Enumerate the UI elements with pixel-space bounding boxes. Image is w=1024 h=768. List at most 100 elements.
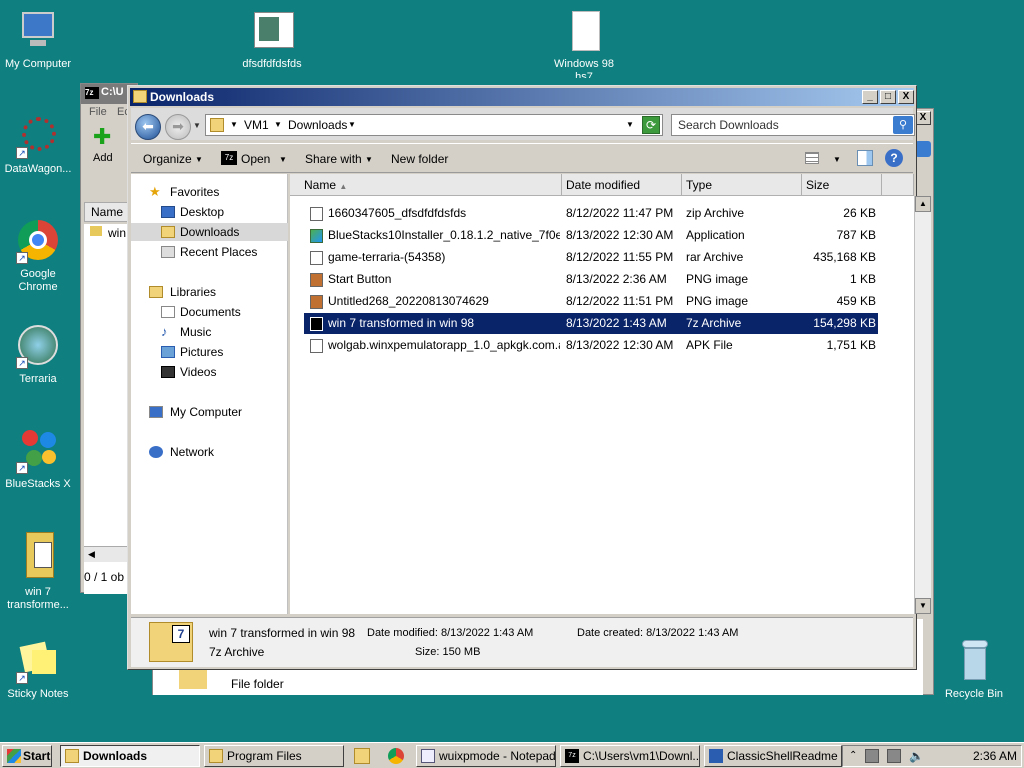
task-7zip[interactable]: 7z C:\Users\vm1\Downl... — [560, 745, 700, 767]
task-label: ClassicShellReadme -... — [727, 749, 841, 763]
explorer-window[interactable]: Downloads _ □ X ⬅ ➡ ▼ ▼ VM1 ▼ Downloads … — [127, 85, 931, 670]
chrome-icon[interactable] — [388, 748, 404, 764]
nav-item-network[interactable]: Network — [131, 443, 288, 461]
chrome-icon: ↗ — [16, 220, 60, 264]
column-header-type[interactable]: Type — [682, 174, 802, 196]
scroll-left-icon[interactable]: ◀ — [88, 549, 95, 560]
nav-item-favorites[interactable]: ★ Favorites — [131, 183, 288, 201]
chevron-down-icon[interactable]: ▼ — [274, 115, 282, 135]
desktop-icon-win7-archive[interactable]: win 7 transforme... — [0, 530, 76, 612]
recent-places-icon — [161, 246, 175, 258]
desktop-icon-my-computer[interactable]: My Computer — [0, 10, 76, 71]
start-button[interactable]: Start — [2, 745, 52, 767]
back-button[interactable]: ⬅ — [135, 114, 161, 140]
nav-item-downloads[interactable]: Downloads — [131, 223, 288, 241]
chevron-down-icon[interactable]: ▼ — [195, 155, 203, 164]
window-titlebar[interactable]: Downloads _ □ X — [130, 88, 914, 106]
nav-item-music[interactable]: ♪ Music — [131, 323, 288, 341]
scroll-down-icon[interactable]: ▼ — [915, 598, 931, 614]
start-label: Start — [23, 749, 51, 763]
image-file-icon — [250, 10, 294, 54]
breadcrumb-item-vm1[interactable]: VM1 — [244, 115, 269, 135]
nav-label: Desktop — [180, 205, 225, 219]
chevron-down-icon[interactable]: ▼ — [833, 155, 841, 164]
network-icon[interactable] — [887, 749, 901, 763]
column-header-date[interactable]: Date modified — [562, 174, 682, 196]
file-row[interactable]: 1660347605_dfsdfdfdsfds 8/12/2022 11:47 … — [304, 203, 878, 224]
desktop-icon-bluestacks[interactable]: ↗ BlueStacks X — [0, 430, 76, 491]
nav-item-libraries[interactable]: Libraries — [131, 283, 288, 301]
breadcrumb[interactable]: ▼ VM1 ▼ Downloads ▼ ▼ ⟳ — [205, 114, 663, 136]
new-folder-button[interactable]: New folder — [391, 152, 448, 166]
column-header-name[interactable]: Name ▲ — [290, 174, 562, 196]
share-with-button[interactable]: Share with — [305, 152, 362, 166]
task-classicshell-readme[interactable]: ClassicShellReadme -... — [704, 745, 842, 767]
desktop-icon-chrome[interactable]: ↗ Google Chrome — [0, 220, 76, 294]
desktop-icon-dfsdfdfdsfds[interactable]: dfsdfdfdsfds — [234, 10, 310, 71]
nav-label: My Computer — [170, 405, 243, 419]
vertical-scrollbar[interactable]: ▲ ▼ — [914, 196, 931, 614]
search-icon[interactable] — [915, 141, 931, 157]
scroll-up-icon[interactable]: ▲ — [915, 196, 931, 212]
chevron-down-icon[interactable]: ▼ — [348, 115, 356, 135]
quicklaunch-media-icon[interactable] — [354, 748, 370, 764]
maximize-button[interactable]: □ — [880, 90, 896, 104]
chevron-down-icon[interactable]: ▼ — [230, 115, 238, 135]
nav-item-recent-places[interactable]: Recent Places — [131, 243, 288, 261]
7zip-icon: 7z — [565, 749, 579, 763]
desktop-icon-terraria[interactable]: ↗ Terraria — [0, 325, 76, 386]
nav-item-desktop[interactable]: Desktop — [131, 203, 288, 221]
show-hidden-icons-icon[interactable]: ⌃ — [849, 746, 857, 766]
clock[interactable]: 2:36 AM — [973, 746, 1017, 766]
desktop-icon-datawagon[interactable]: ↗ DataWagon... — [0, 115, 76, 176]
help-icon[interactable]: ? — [885, 149, 903, 167]
shortcut-arrow-icon: ↗ — [16, 147, 28, 159]
open-button[interactable]: Open — [241, 152, 270, 166]
file-row[interactable]: wolgab.winxpemulatorapp_1.0_apkgk.com.ap… — [304, 335, 878, 356]
address-dropdown-icon[interactable]: ▼ — [626, 115, 634, 135]
file-row[interactable]: game-terraria-(54358) 8/12/2022 11:55 PM… — [304, 247, 878, 268]
desktop-icon-windows98[interactable]: Windows 98 hs7 — [546, 10, 622, 78]
command-bar: Organize ▼ 7z Open ▼ Share with ▼ New fo… — [131, 143, 913, 173]
view-options-icon[interactable] — [805, 152, 819, 164]
action-center-icon[interactable] — [865, 749, 879, 763]
desktop-icon-sticky-notes[interactable]: ↗ Sticky Notes — [0, 640, 76, 701]
recycle-bin-icon — [952, 640, 996, 684]
desktop-icon-recycle-bin[interactable]: Recycle Bin — [936, 640, 1012, 701]
chevron-down-icon[interactable]: ▼ — [279, 155, 287, 164]
nav-item-pictures[interactable]: Pictures — [131, 343, 288, 361]
organize-button[interactable]: Organize — [143, 152, 192, 166]
forward-button[interactable]: ➡ — [165, 114, 191, 140]
nav-item-my-computer[interactable]: My Computer — [131, 403, 288, 421]
history-dropdown-icon[interactable]: ▼ — [193, 121, 201, 130]
task-program-files[interactable]: Program Files — [204, 745, 344, 767]
minimize-button[interactable]: _ — [862, 90, 878, 104]
folder-icon — [133, 90, 147, 103]
search-input[interactable]: Search Downloads — [671, 114, 915, 136]
breadcrumb-item-downloads[interactable]: Downloads — [288, 115, 347, 135]
nav-item-videos[interactable]: Videos — [131, 363, 288, 381]
column-header-size[interactable]: Size — [802, 174, 882, 196]
task-downloads[interactable]: Downloads — [60, 745, 200, 767]
volume-icon[interactable]: 🔈 — [909, 746, 924, 766]
refresh-icon[interactable]: ⟳ — [642, 116, 660, 134]
7z-archive-icon — [310, 317, 323, 331]
menu-file[interactable]: File — [89, 106, 107, 118]
status-bar: 0 / 1 ob — [84, 570, 125, 584]
nav-label: Documents — [180, 305, 241, 319]
file-row[interactable]: Untitled268_20220813074629 8/12/2022 11:… — [304, 291, 878, 312]
file-row[interactable]: Start Button 8/13/2022 2:36 AM PNG image… — [304, 269, 878, 290]
close-button[interactable]: X — [915, 111, 931, 127]
desktop-icon-label: Windows 98 hs7 — [554, 58, 614, 78]
file-row-selected[interactable]: win 7 transformed in win 98 8/13/2022 1:… — [304, 313, 878, 334]
file-row[interactable]: BlueStacks10Installer_0.18.1.2_native_7f… — [304, 225, 878, 246]
close-button[interactable]: X — [898, 90, 914, 104]
nav-item-documents[interactable]: Documents — [131, 303, 288, 321]
list-item[interactable]: win — [108, 226, 126, 240]
search-icon[interactable]: ⚲ — [893, 116, 913, 134]
add-button-label[interactable]: Add — [93, 152, 113, 164]
png-image-icon — [310, 273, 323, 287]
preview-pane-icon[interactable] — [857, 150, 873, 166]
chevron-down-icon[interactable]: ▼ — [365, 155, 373, 164]
task-notepad[interactable]: wuixpmode - Notepad — [416, 745, 556, 767]
